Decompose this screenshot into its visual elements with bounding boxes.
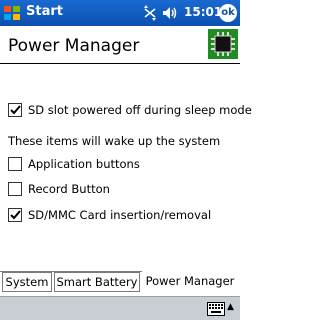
header-divider: [0, 63, 240, 64]
menu-bar: ▲: [0, 296, 240, 320]
status-icons: [141, 4, 179, 22]
tab-smart-battery[interactable]: Smart Battery: [54, 272, 140, 292]
input-menu-arrow-icon[interactable]: ▲: [227, 302, 234, 312]
wake-item-application-buttons[interactable]: Application buttons: [8, 157, 140, 171]
record-button-checkbox[interactable]: [8, 182, 22, 196]
wake-item-sd-mmc[interactable]: SD/MMC Card insertion/removal: [8, 208, 211, 222]
page-title: Power Manager: [8, 36, 140, 56]
application-buttons-label: Application buttons: [28, 157, 140, 171]
volume-icon[interactable]: [161, 5, 179, 21]
windows-flag-icon[interactable]: [3, 4, 21, 22]
checkmark-icon: [10, 105, 21, 115]
checkmark-icon: [10, 210, 21, 220]
wake-heading: These items will wake up the system: [8, 134, 221, 148]
sd-mmc-label: SD/MMC Card insertion/removal: [28, 208, 212, 222]
sd-sleep-checkbox[interactable]: [8, 103, 22, 117]
page-header: Power Manager: [0, 26, 240, 64]
keyboard-icon[interactable]: [207, 302, 225, 316]
sd-sleep-label: SD slot powered off during sleep mode: [28, 103, 252, 117]
start-menu-label[interactable]: Start: [26, 4, 63, 19]
chip-icon: [208, 29, 238, 59]
application-buttons-checkbox[interactable]: [8, 157, 22, 171]
wake-item-record-button[interactable]: Record Button: [8, 182, 110, 196]
connectivity-icon[interactable]: [141, 5, 159, 21]
clock[interactable]: 15:01: [184, 5, 222, 19]
ok-button[interactable]: ok: [219, 4, 237, 22]
tab-power-manager[interactable]: Power Manager: [142, 272, 238, 292]
title-bar: Start 15:01 ok: [0, 0, 240, 26]
sd-mmc-checkbox[interactable]: [8, 208, 22, 222]
sd-sleep-option[interactable]: SD slot powered off during sleep mode: [8, 103, 252, 117]
record-button-label: Record Button: [28, 182, 110, 196]
tab-system[interactable]: System: [2, 272, 52, 292]
